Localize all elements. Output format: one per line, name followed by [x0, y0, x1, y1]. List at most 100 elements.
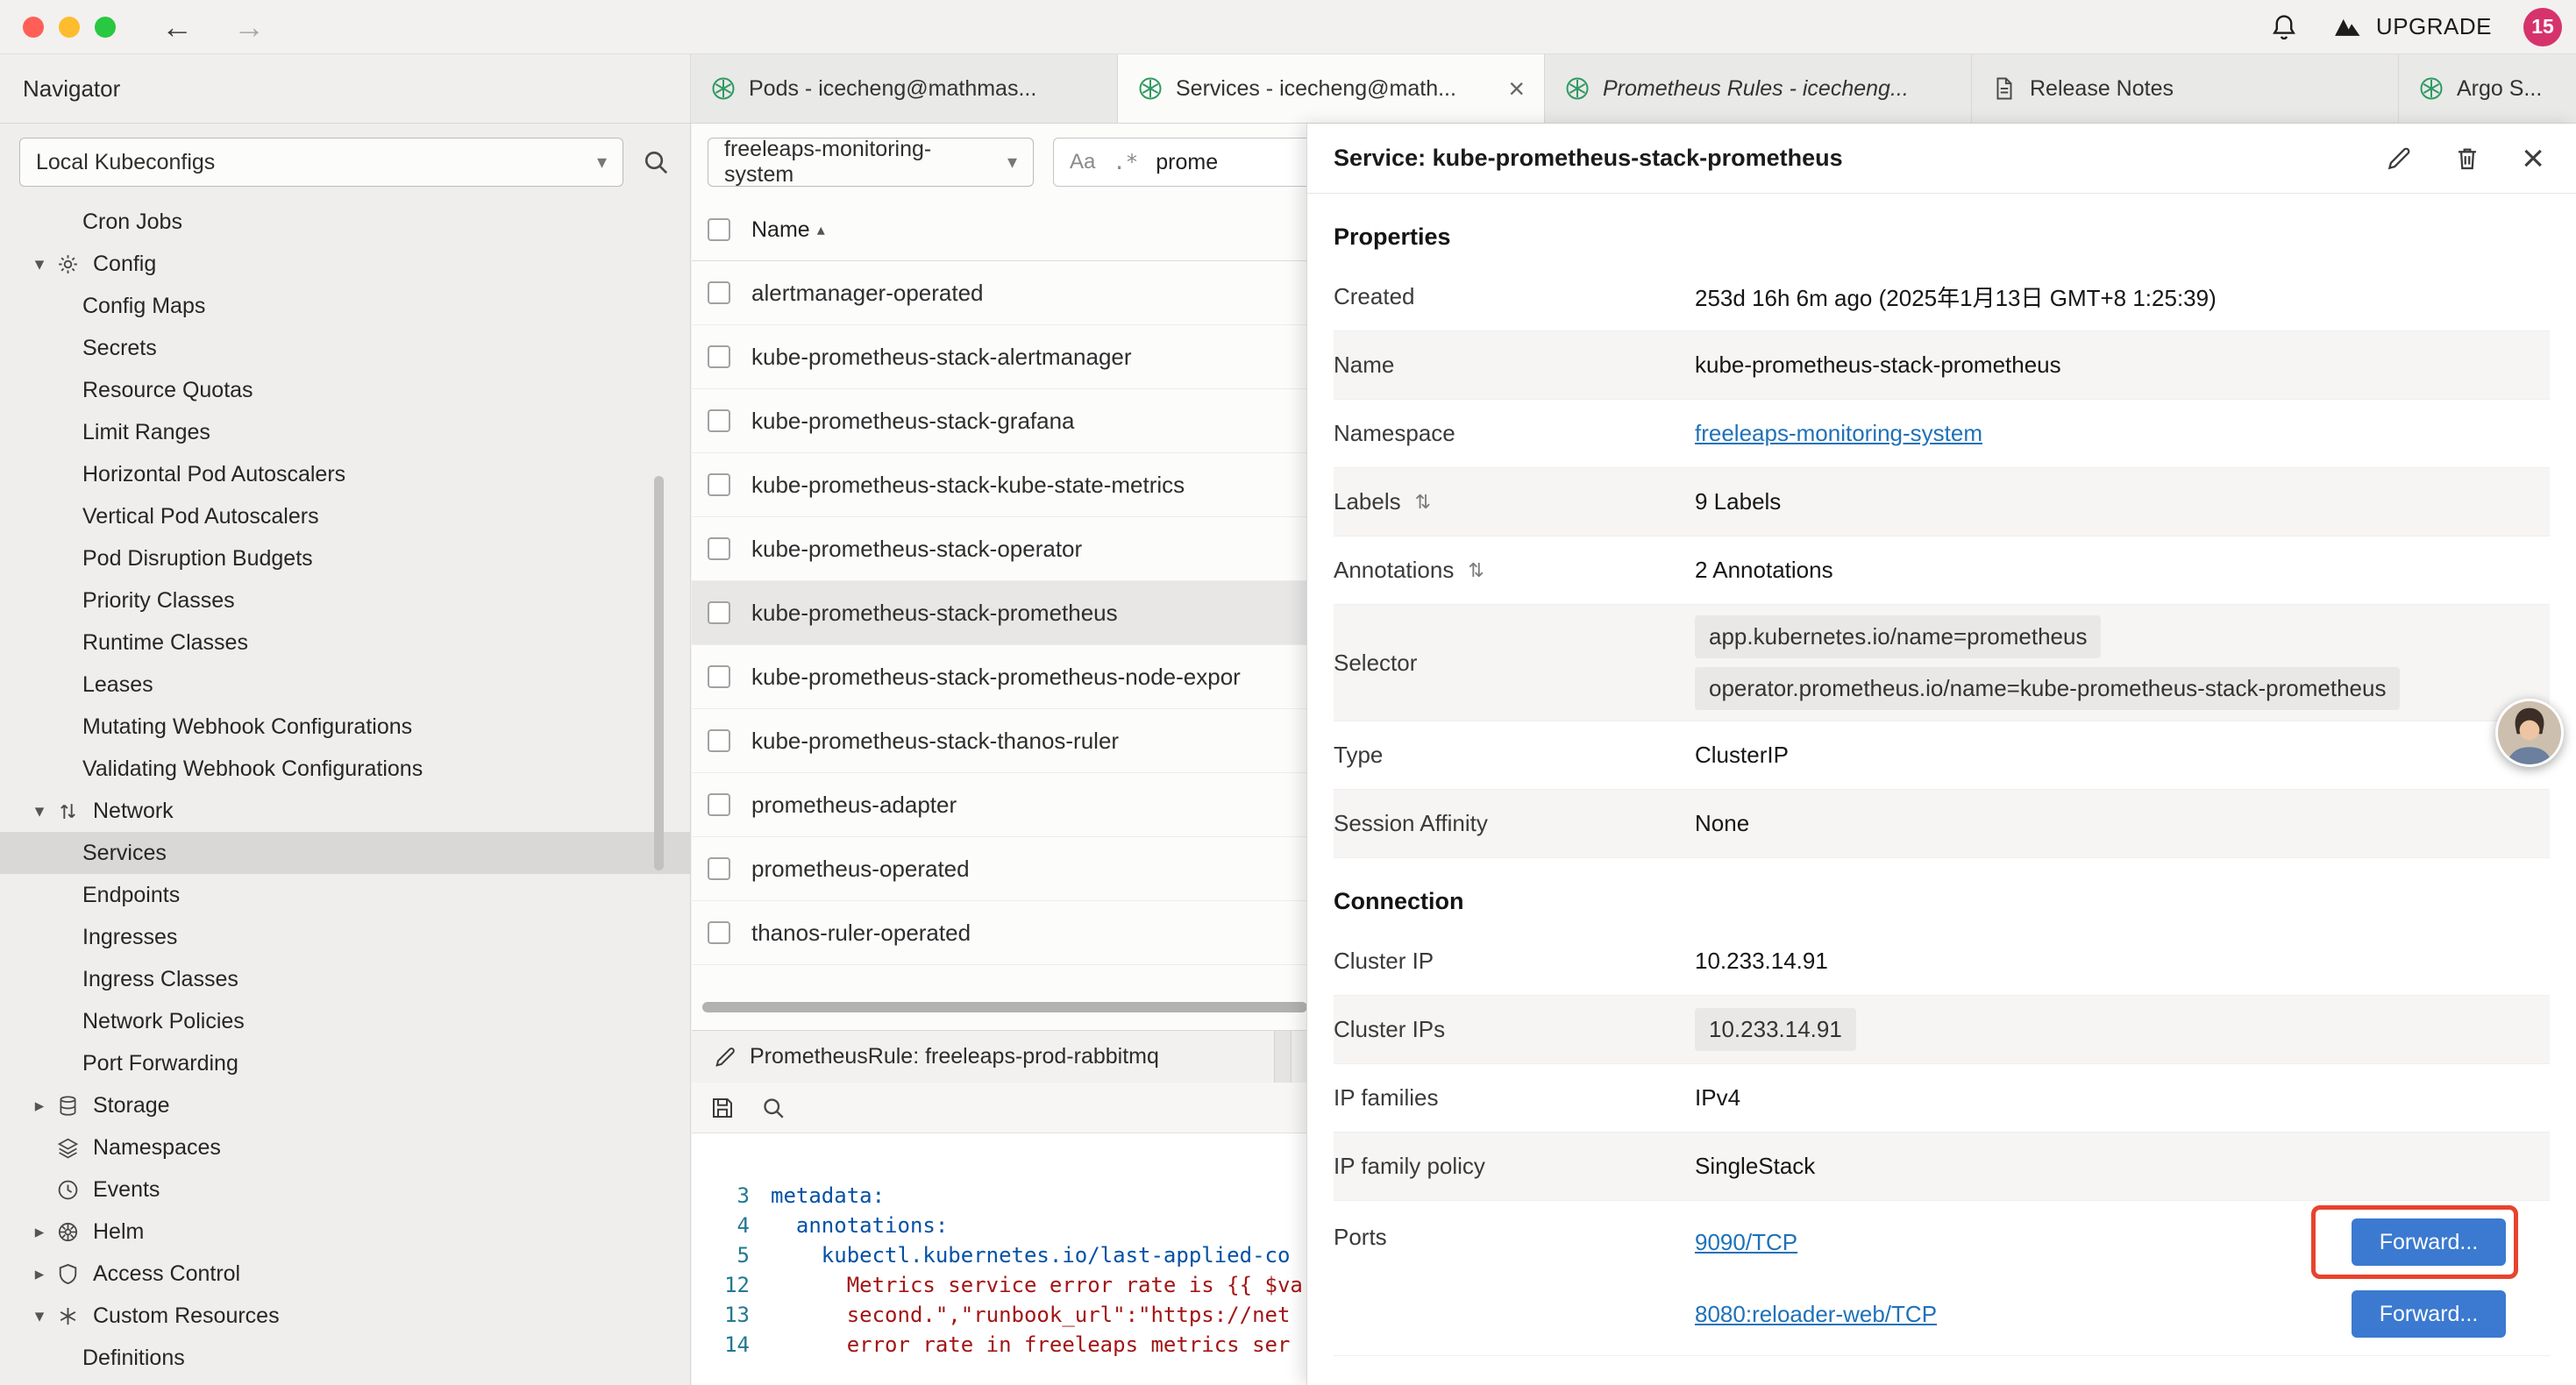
close-drawer-icon[interactable]: ×: [2522, 139, 2544, 178]
row-checkbox[interactable]: [708, 729, 730, 752]
sidebar-item[interactable]: ▸Storage: [0, 1084, 690, 1126]
minimize-window-button[interactable]: [59, 17, 80, 38]
detail-row: Labels⇅9 Labels: [1334, 468, 2550, 536]
sidebar-search-icon[interactable]: [641, 147, 671, 177]
expand-toggle-icon[interactable]: ⇅: [1468, 559, 1484, 582]
sidebar-item-label: Secrets: [82, 336, 157, 361]
row-checkbox[interactable]: [708, 409, 730, 432]
navigator-sidebar: Local Kubeconfigs ▾ Cron Jobs▾ConfigConf…: [0, 124, 691, 1385]
close-tab-icon[interactable]: ×: [1508, 75, 1525, 103]
namespace-filter-select[interactable]: freeleaps-monitoring-system ▾: [708, 138, 1034, 187]
back-button[interactable]: ←: [161, 11, 193, 43]
sidebar-item[interactable]: ▾Custom Resources: [0, 1295, 690, 1337]
sidebar-item[interactable]: Secrets: [0, 327, 690, 369]
forward-button[interactable]: →: [233, 11, 265, 43]
user-avatar[interactable]: [2495, 699, 2564, 767]
row-checkbox[interactable]: [708, 857, 730, 880]
chevron-right-icon[interactable]: ▸: [23, 1263, 56, 1285]
edit-icon: [713, 1045, 737, 1069]
sidebar-scrollbar[interactable]: [654, 476, 664, 870]
sidebar-item[interactable]: Definitions: [0, 1337, 690, 1379]
sidebar-item[interactable]: Cron Jobs: [0, 201, 690, 243]
row-checkbox[interactable]: [708, 601, 730, 624]
row-checkbox[interactable]: [708, 345, 730, 368]
sidebar-item[interactable]: Runtime Classes: [0, 621, 690, 664]
sidebar-item[interactable]: Endpoints: [0, 874, 690, 916]
delete-resource-icon[interactable]: [2453, 145, 2481, 173]
line-number: 3: [692, 1181, 771, 1211]
chevron-down-icon[interactable]: ▾: [23, 1305, 56, 1327]
port-link[interactable]: 9090/TCP: [1695, 1229, 1797, 1256]
row-checkbox[interactable]: [708, 921, 730, 944]
sidebar-item[interactable]: ▾Config: [0, 243, 690, 285]
detail-label: Type: [1334, 742, 1695, 769]
editor-tab[interactable]: Release Notes: [1972, 54, 2399, 123]
notifications-bell-icon[interactable]: [2269, 12, 2299, 42]
sidebar-item[interactable]: Vertical Pod Autoscalers: [0, 495, 690, 537]
sidebar-item[interactable]: Namespaces: [0, 1126, 690, 1168]
editor-search-icon[interactable]: [760, 1095, 786, 1121]
select-all-checkbox[interactable]: [708, 218, 730, 241]
upgrade-button[interactable]: UPGRADE: [2330, 12, 2492, 42]
match-case-toggle[interactable]: Aa: [1070, 150, 1095, 174]
sidebar-item[interactable]: Services: [0, 832, 690, 874]
sidebar-item[interactable]: Leases: [0, 664, 690, 706]
detail-label: Cluster IP: [1334, 948, 1695, 975]
service-name: kube-prometheus-stack-alertmanager: [751, 344, 1132, 371]
chevron-down-icon[interactable]: ▾: [23, 800, 56, 822]
row-checkbox[interactable]: [708, 793, 730, 816]
sidebar-item-label: Namespaces: [93, 1135, 221, 1161]
detail-row: Cluster IPs10.233.14.91: [1334, 996, 2550, 1064]
sidebar-item[interactable]: ▾Network: [0, 790, 690, 832]
sidebar-item[interactable]: Port Forwarding: [0, 1042, 690, 1084]
editor-tab[interactable]: Services - icecheng@math...×: [1118, 54, 1545, 123]
zoom-window-button[interactable]: [95, 17, 116, 38]
gear-icon: [56, 252, 93, 276]
sidebar-item[interactable]: ▸Access Control: [0, 1253, 690, 1295]
chevron-right-icon[interactable]: ▸: [23, 1095, 56, 1117]
chevron-right-icon[interactable]: ▸: [23, 1221, 56, 1243]
forward-button[interactable]: Forward...: [2352, 1218, 2506, 1266]
port-link[interactable]: 8080:reloader-web/TCP: [1695, 1301, 1937, 1328]
edit-resource-icon[interactable]: [2385, 145, 2413, 173]
horizontal-scrollbar[interactable]: [702, 1002, 1307, 1012]
name-column-header[interactable]: Name ▴: [751, 217, 825, 243]
sidebar-item[interactable]: Resource Quotas: [0, 369, 690, 411]
sidebar-item[interactable]: Config Maps: [0, 285, 690, 327]
sidebar-item[interactable]: Priority Classes: [0, 579, 690, 621]
detail-label-text: Session Affinity: [1334, 810, 1488, 837]
kubeconfig-source-select[interactable]: Local Kubeconfigs ▾: [19, 138, 623, 187]
sidebar-item[interactable]: Events: [0, 1168, 690, 1211]
row-checkbox[interactable]: [708, 537, 730, 560]
sidebar-item-label: Validating Webhook Configurations: [82, 756, 423, 782]
sidebar-item[interactable]: Pod Disruption Budgets: [0, 537, 690, 579]
row-checkbox[interactable]: [708, 665, 730, 688]
notification-count-badge[interactable]: 15: [2523, 8, 2562, 46]
save-icon[interactable]: [709, 1095, 736, 1121]
editor-tab[interactable]: Prometheus Rules - icecheng...: [1545, 54, 1972, 123]
sidebar-item[interactable]: Validating Webhook Configurations: [0, 748, 690, 790]
detail-value-text: SingleStack: [1695, 1153, 2550, 1180]
sidebar-item[interactable]: ▸Helm: [0, 1211, 690, 1253]
detail-label: IP family policy: [1334, 1153, 1695, 1180]
regex-toggle[interactable]: .*: [1113, 150, 1138, 174]
detail-label-text: Created: [1334, 283, 1415, 310]
sidebar-item[interactable]: Ingresses: [0, 916, 690, 958]
editor-tab[interactable]: Pods - icecheng@mathmas...: [691, 54, 1118, 123]
dock-tab-prometheusrule[interactable]: PrometheusRule: freeleaps-prod-rabbitmq: [692, 1031, 1275, 1083]
sidebar-item[interactable]: Network Policies: [0, 1000, 690, 1042]
sidebar-item-label: Vertical Pod Autoscalers: [82, 504, 319, 529]
sidebar-item[interactable]: Horizontal Pod Autoscalers: [0, 453, 690, 495]
namespace-link[interactable]: freeleaps-monitoring-system: [1695, 420, 2550, 447]
row-checkbox[interactable]: [708, 473, 730, 496]
sidebar-item[interactable]: Mutating Webhook Configurations: [0, 706, 690, 748]
close-window-button[interactable]: [23, 17, 44, 38]
sidebar-item[interactable]: Limit Ranges: [0, 411, 690, 453]
expand-toggle-icon[interactable]: ⇅: [1415, 491, 1431, 514]
sidebar-item[interactable]: Ingress Classes: [0, 958, 690, 1000]
chevron-down-icon[interactable]: ▾: [23, 253, 56, 275]
service-name: thanos-ruler-operated: [751, 920, 971, 947]
row-checkbox[interactable]: [708, 281, 730, 304]
forward-button[interactable]: Forward...: [2352, 1290, 2506, 1338]
editor-tab[interactable]: Argo S...: [2399, 54, 2576, 123]
